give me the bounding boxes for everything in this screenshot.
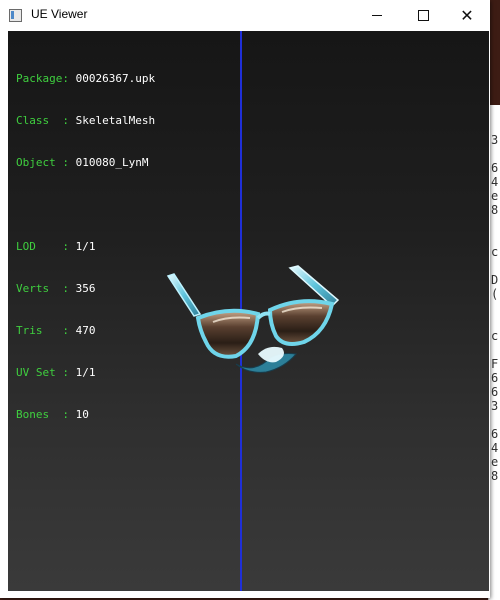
verts-value: 356 bbox=[75, 282, 96, 295]
info-row-class: Class : SkeletalMesh bbox=[16, 114, 155, 128]
3d-viewport[interactable]: Package: 00026367.upk Class : SkeletalMe… bbox=[8, 31, 489, 591]
lod-value: 1/1 bbox=[75, 240, 96, 253]
tris-value: 470 bbox=[75, 324, 96, 337]
close-button[interactable]: ✕ bbox=[444, 0, 490, 31]
object-label: Object : bbox=[16, 156, 69, 169]
class-value: SkeletalMesh bbox=[75, 114, 156, 127]
minimize-button[interactable] bbox=[354, 0, 400, 31]
window-bottom-border bbox=[0, 591, 490, 598]
window-title: UE Viewer bbox=[31, 7, 88, 21]
title-bar[interactable]: UE Viewer ✕ bbox=[0, 0, 490, 31]
ue-viewer-window[interactable]: UE Viewer ✕ Package: 00026367.upk Class … bbox=[0, 0, 490, 598]
bones-label: Bones : bbox=[16, 408, 69, 421]
package-label: Package: bbox=[16, 72, 69, 85]
bones-value: 10 bbox=[75, 408, 89, 421]
maximize-icon bbox=[417, 10, 429, 21]
background-app-text: 3 6 4 e 8 c D ( c F 6 6 3 6 4 e 8 bbox=[491, 133, 499, 483]
info-row-object: Object : 010080_LynM bbox=[16, 156, 155, 170]
window-left-border bbox=[0, 31, 8, 591]
uvset-value: 1/1 bbox=[75, 366, 96, 379]
lod-label: LOD : bbox=[16, 240, 69, 253]
info-row-tris: Tris : 470 bbox=[16, 324, 155, 338]
info-row-bones: Bones : 10 bbox=[16, 408, 155, 422]
package-value: 00026367.upk bbox=[75, 72, 156, 85]
tris-label: Tris : bbox=[16, 324, 69, 337]
info-row-uvset: UV Set : 1/1 bbox=[16, 366, 155, 380]
info-row-verts: Verts : 356 bbox=[16, 282, 155, 296]
info-row-lod: LOD : 1/1 bbox=[16, 240, 155, 254]
class-label: Class : bbox=[16, 114, 69, 127]
object-value: 010080_LynM bbox=[75, 156, 149, 169]
info-row-package: Package: 00026367.upk bbox=[16, 72, 155, 86]
minimize-icon bbox=[372, 15, 382, 16]
maximize-button[interactable] bbox=[400, 0, 446, 31]
uvset-label: UV Set : bbox=[16, 366, 69, 379]
app-icon[interactable] bbox=[9, 9, 22, 22]
verts-label: Verts : bbox=[16, 282, 69, 295]
close-icon: ✕ bbox=[460, 5, 474, 25]
mesh-info-panel: Package: 00026367.upk Class : SkeletalMe… bbox=[16, 44, 155, 450]
sunglasses-mesh[interactable] bbox=[158, 256, 353, 386]
